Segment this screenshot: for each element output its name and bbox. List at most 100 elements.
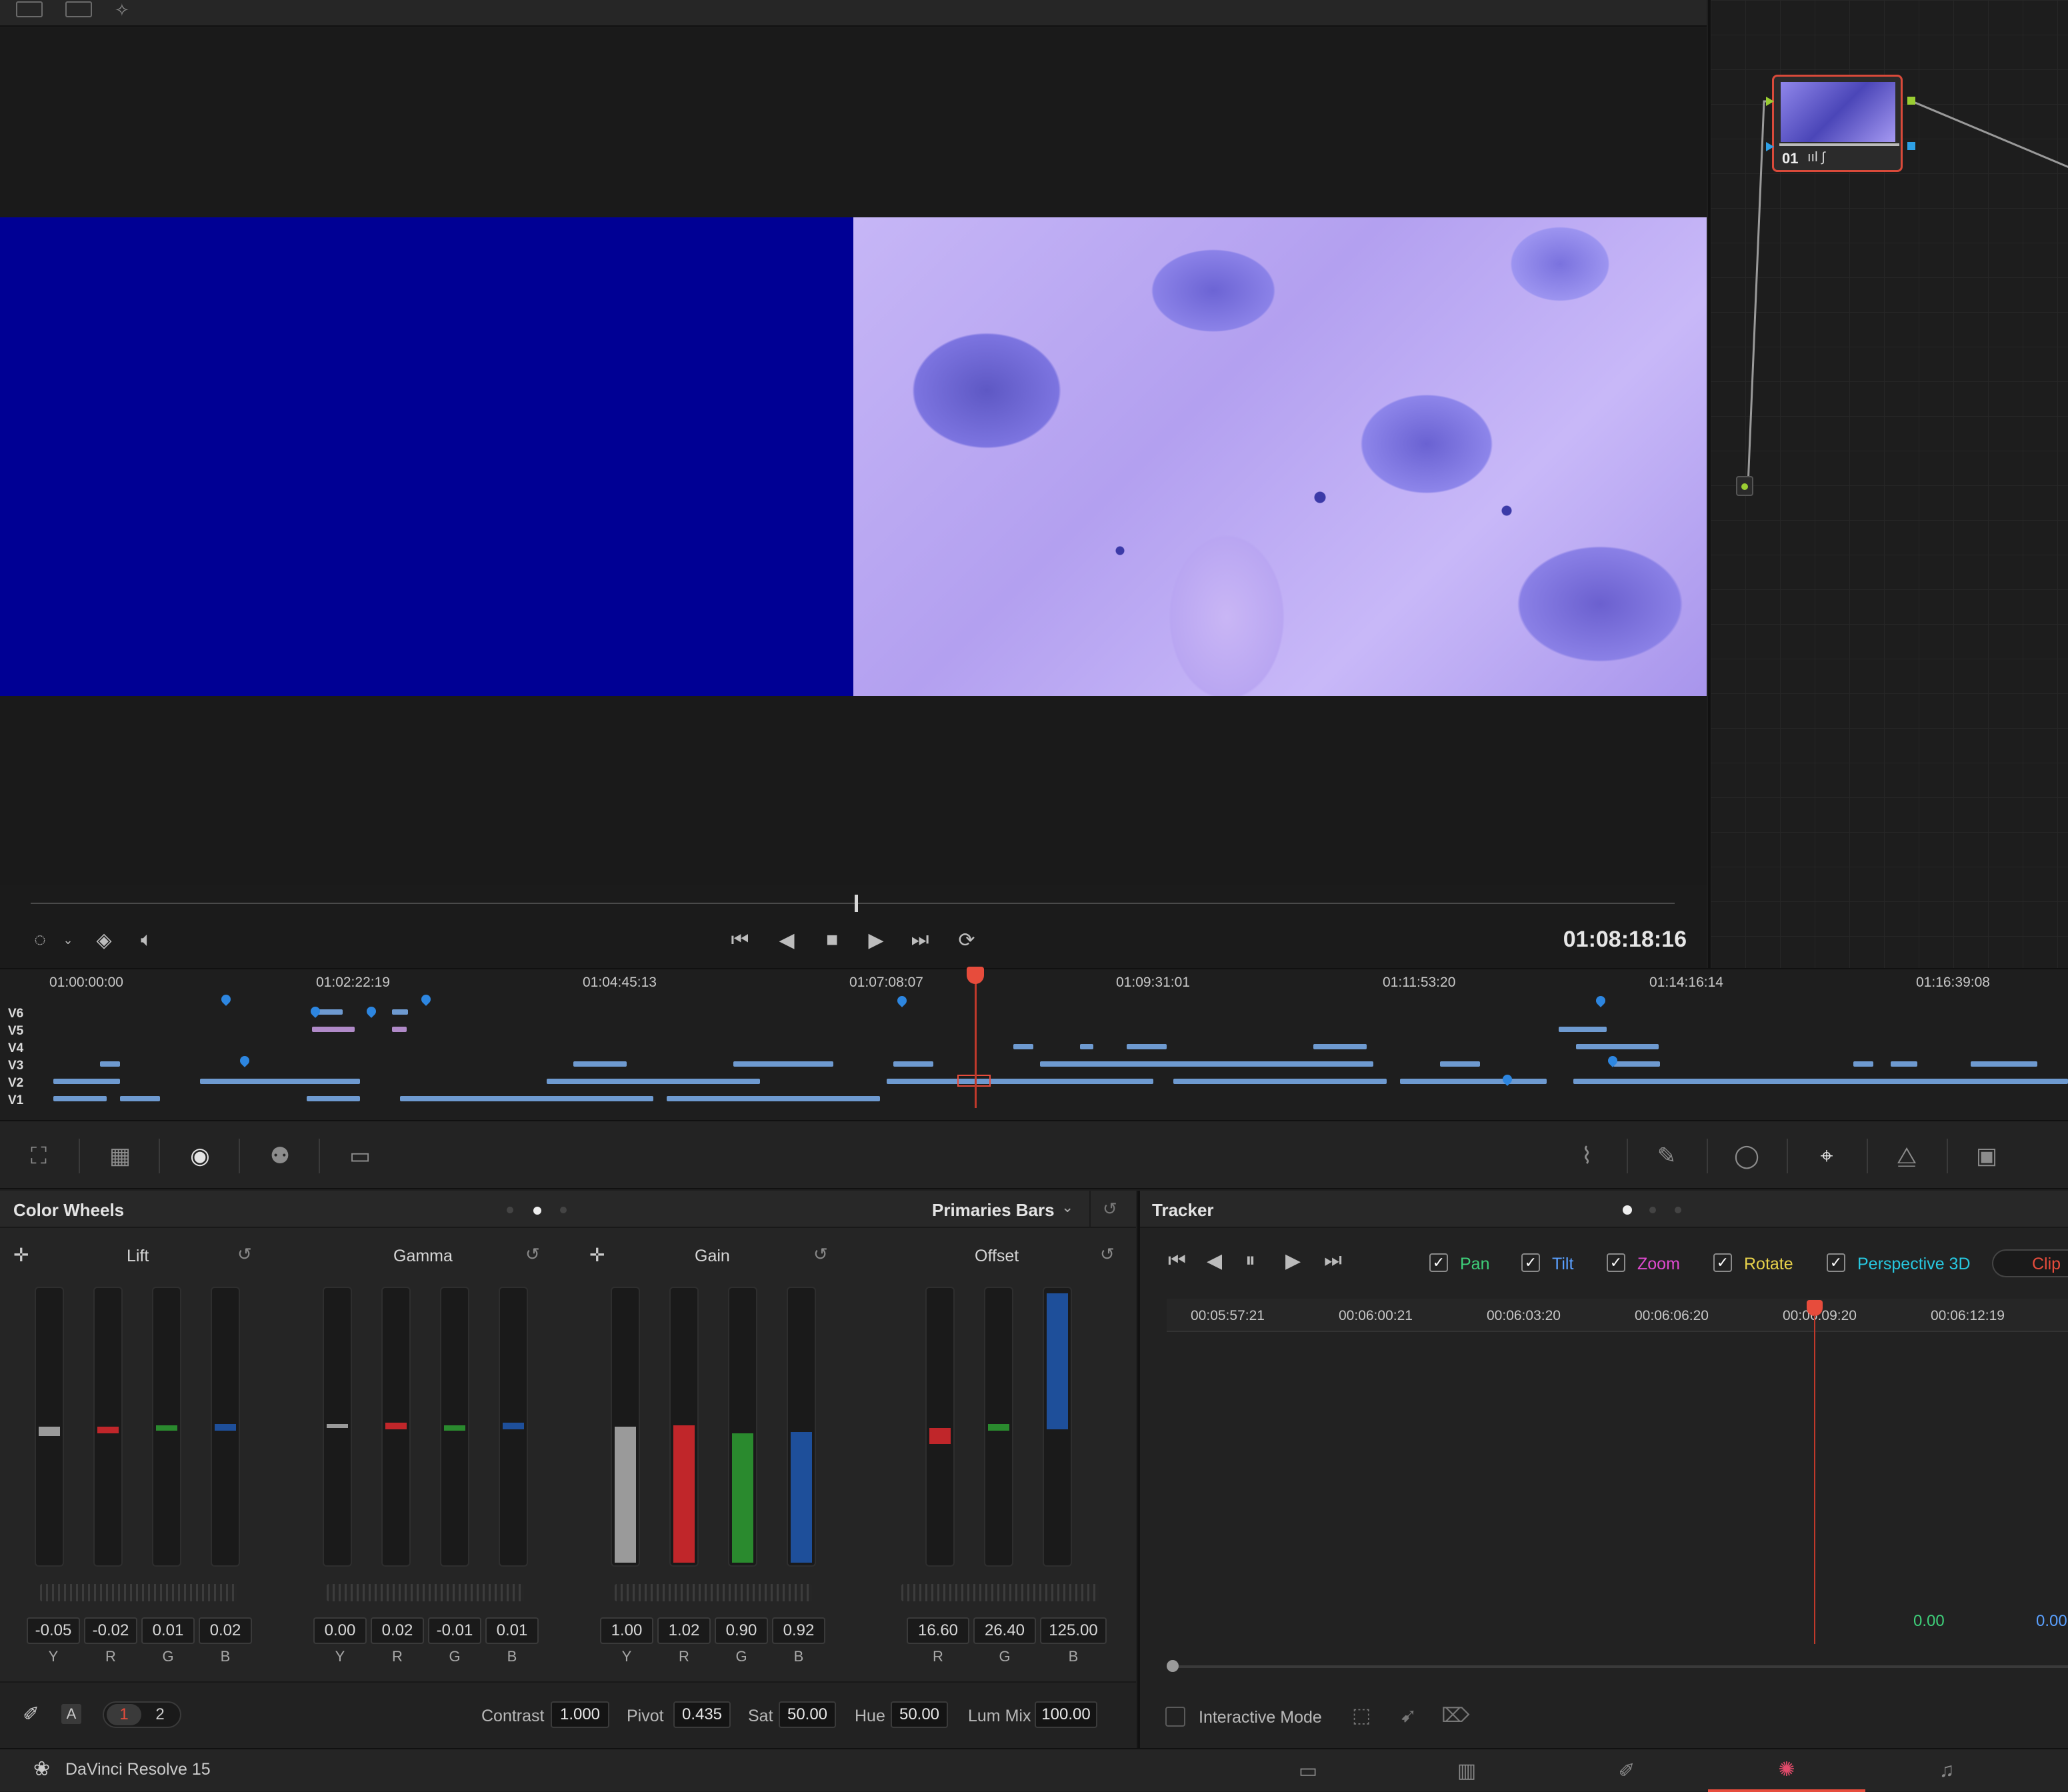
timeline-clip[interactable] (1040, 1061, 1373, 1067)
timeline-clip[interactable] (100, 1061, 120, 1067)
timeline-clip[interactable] (887, 1079, 1153, 1084)
page-dot[interactable] (1649, 1207, 1656, 1213)
timeline-clip[interactable] (307, 1096, 360, 1101)
blur-icon[interactable]: ⧋ (1891, 1141, 1923, 1171)
track-forward-end-icon[interactable]: ⏭ (1324, 1249, 1342, 1272)
timeline-marker[interactable] (365, 1005, 378, 1018)
picker-icon[interactable]: ✛ (589, 1244, 605, 1266)
play-icon[interactable]: ▶ (856, 920, 896, 960)
gain-y-bar[interactable] (611, 1287, 640, 1567)
fusion-page-icon[interactable]: ✐ (1548, 1749, 1705, 1792)
lift-r-bar[interactable] (93, 1287, 123, 1567)
tracker-playhead[interactable] (1807, 1300, 1823, 1316)
reset-gain-icon[interactable]: ↺ (813, 1244, 828, 1265)
page-dot[interactable] (560, 1207, 567, 1213)
track-reverse-start-icon[interactable]: ⏮ (1168, 1249, 1186, 1272)
zoom-checkbox[interactable]: ✓ (1607, 1253, 1625, 1272)
track-reverse-icon[interactable]: ◀ (1207, 1249, 1222, 1273)
timeline-marker[interactable] (895, 994, 909, 1007)
gamma-y-value[interactable]: 0.00 (313, 1617, 367, 1644)
gamma-r-value[interactable]: 0.02 (371, 1617, 424, 1644)
timeline-clip[interactable] (667, 1096, 880, 1101)
lift-g-bar[interactable] (152, 1287, 181, 1567)
mini-timeline[interactable]: 01:00:00:00 01:02:22:19 01:04:45:13 01:0… (0, 968, 2068, 1120)
camera-raw-icon[interactable]: ⛶ (23, 1141, 55, 1171)
timeline-marker[interactable] (309, 1005, 322, 1018)
key-output-icon[interactable] (1907, 142, 1915, 150)
timeline-clip[interactable] (733, 1061, 833, 1067)
color-page-icon[interactable]: ✺ (1708, 1749, 1865, 1792)
page-dot[interactable] (507, 1207, 513, 1213)
timeline-clip[interactable] (1559, 1027, 1607, 1032)
timeline-clip[interactable] (1313, 1044, 1367, 1049)
lift-b-bar[interactable] (211, 1287, 240, 1567)
step-back-icon[interactable]: ◀ (767, 920, 807, 960)
timeline-clip[interactable] (1173, 1079, 1387, 1084)
timeline-clip[interactable] (1613, 1061, 1660, 1067)
gain-g-value[interactable]: 0.90 (715, 1617, 768, 1644)
timeline-playhead-line[interactable] (975, 975, 977, 1108)
color-match-icon[interactable]: ▦ (104, 1141, 136, 1171)
timeline-marker[interactable] (238, 1054, 251, 1067)
offset-b-value[interactable]: 125.00 (1040, 1617, 1107, 1644)
timeline-clip[interactable] (200, 1079, 360, 1084)
speaker-icon[interactable]: 🔈︎ (127, 920, 167, 960)
edit-page-icon[interactable]: ▥ (1388, 1749, 1545, 1792)
offset-g-bar[interactable] (984, 1287, 1013, 1567)
timeline-clip[interactable] (312, 1027, 355, 1032)
gamma-y-bar[interactable] (323, 1287, 352, 1567)
picker-icon[interactable]: ✛ (13, 1244, 29, 1266)
timeline-clip[interactable] (547, 1079, 760, 1084)
auto-color-button[interactable]: A (61, 1704, 81, 1724)
page-dot-active[interactable] (533, 1207, 541, 1215)
tracker-scrollbar[interactable] (1172, 1665, 2068, 1668)
delete-points-icon[interactable]: ⌦ (1441, 1704, 1469, 1727)
viewer-scrub-bar[interactable] (31, 903, 1675, 904)
source-input-node[interactable] (1736, 476, 1753, 496)
offset-r-value[interactable]: 16.60 (907, 1617, 969, 1644)
chevron-down-icon[interactable]: ⌄ (48, 920, 88, 960)
sat-field[interactable]: 50.00 (779, 1701, 836, 1728)
timeline-marker[interactable] (219, 993, 233, 1006)
track-pause-icon[interactable]: ⏸ (1245, 1249, 1255, 1272)
timeline-clip[interactable] (1891, 1061, 1917, 1067)
add-feature-points-icon[interactable]: ➹ (1400, 1704, 1417, 1727)
gallery-grid-icon[interactable] (65, 1, 92, 17)
pivot-field[interactable]: 0.435 (673, 1701, 731, 1728)
interactive-mode-checkbox[interactable] (1165, 1707, 1185, 1727)
tracker-icon[interactable]: ⌖ (1811, 1141, 1843, 1171)
offset-b-bar[interactable] (1043, 1287, 1072, 1567)
lift-b-value[interactable]: 0.02 (199, 1617, 252, 1644)
timeline-playhead[interactable] (967, 967, 984, 984)
timeline-marker[interactable] (419, 993, 433, 1006)
auto-balance-icon[interactable]: ✐ (23, 1703, 39, 1726)
reset-offset-icon[interactable]: ↺ (1100, 1244, 1115, 1265)
timeline-clip[interactable] (392, 1027, 407, 1032)
timeline-marker[interactable] (1594, 994, 1607, 1007)
timeline-clip[interactable] (1013, 1044, 1033, 1049)
timeline-clip[interactable] (400, 1096, 653, 1101)
skip-start-icon[interactable]: ⏮ (720, 920, 760, 960)
offset-g-value[interactable]: 26.40 (973, 1617, 1036, 1644)
key-icon[interactable]: ▣ (1971, 1141, 2003, 1171)
timeline-clip[interactable] (53, 1096, 107, 1101)
color-wheels-icon[interactable]: ◉ (184, 1141, 216, 1171)
tilt-checkbox[interactable]: ✓ (1521, 1253, 1540, 1272)
timeline-clip[interactable] (1573, 1079, 2068, 1084)
reset-all-icon[interactable]: ↺ (1103, 1199, 1117, 1219)
gain-b-bar[interactable] (787, 1287, 816, 1567)
rgb-output-icon[interactable] (1907, 97, 1915, 105)
hue-field[interactable]: 50.00 (891, 1701, 948, 1728)
page-1-button[interactable]: 1 (107, 1704, 141, 1725)
lift-r-value[interactable]: -0.02 (84, 1617, 137, 1644)
timeline-clip[interactable] (120, 1096, 160, 1101)
page-2-button[interactable]: 2 (143, 1704, 177, 1725)
fairlight-page-icon[interactable]: ♫ (1868, 1749, 2025, 1792)
viewer-scrub-handle[interactable] (855, 895, 858, 912)
curves-icon[interactable]: ⌇ (1571, 1141, 1603, 1171)
reset-lift-icon[interactable]: ↺ (237, 1244, 252, 1265)
layers-icon[interactable]: ◈ (84, 920, 124, 960)
gamma-b-value[interactable]: 0.01 (485, 1617, 539, 1644)
timeline-clip[interactable] (53, 1079, 120, 1084)
lift-y-bar[interactable] (35, 1287, 64, 1567)
